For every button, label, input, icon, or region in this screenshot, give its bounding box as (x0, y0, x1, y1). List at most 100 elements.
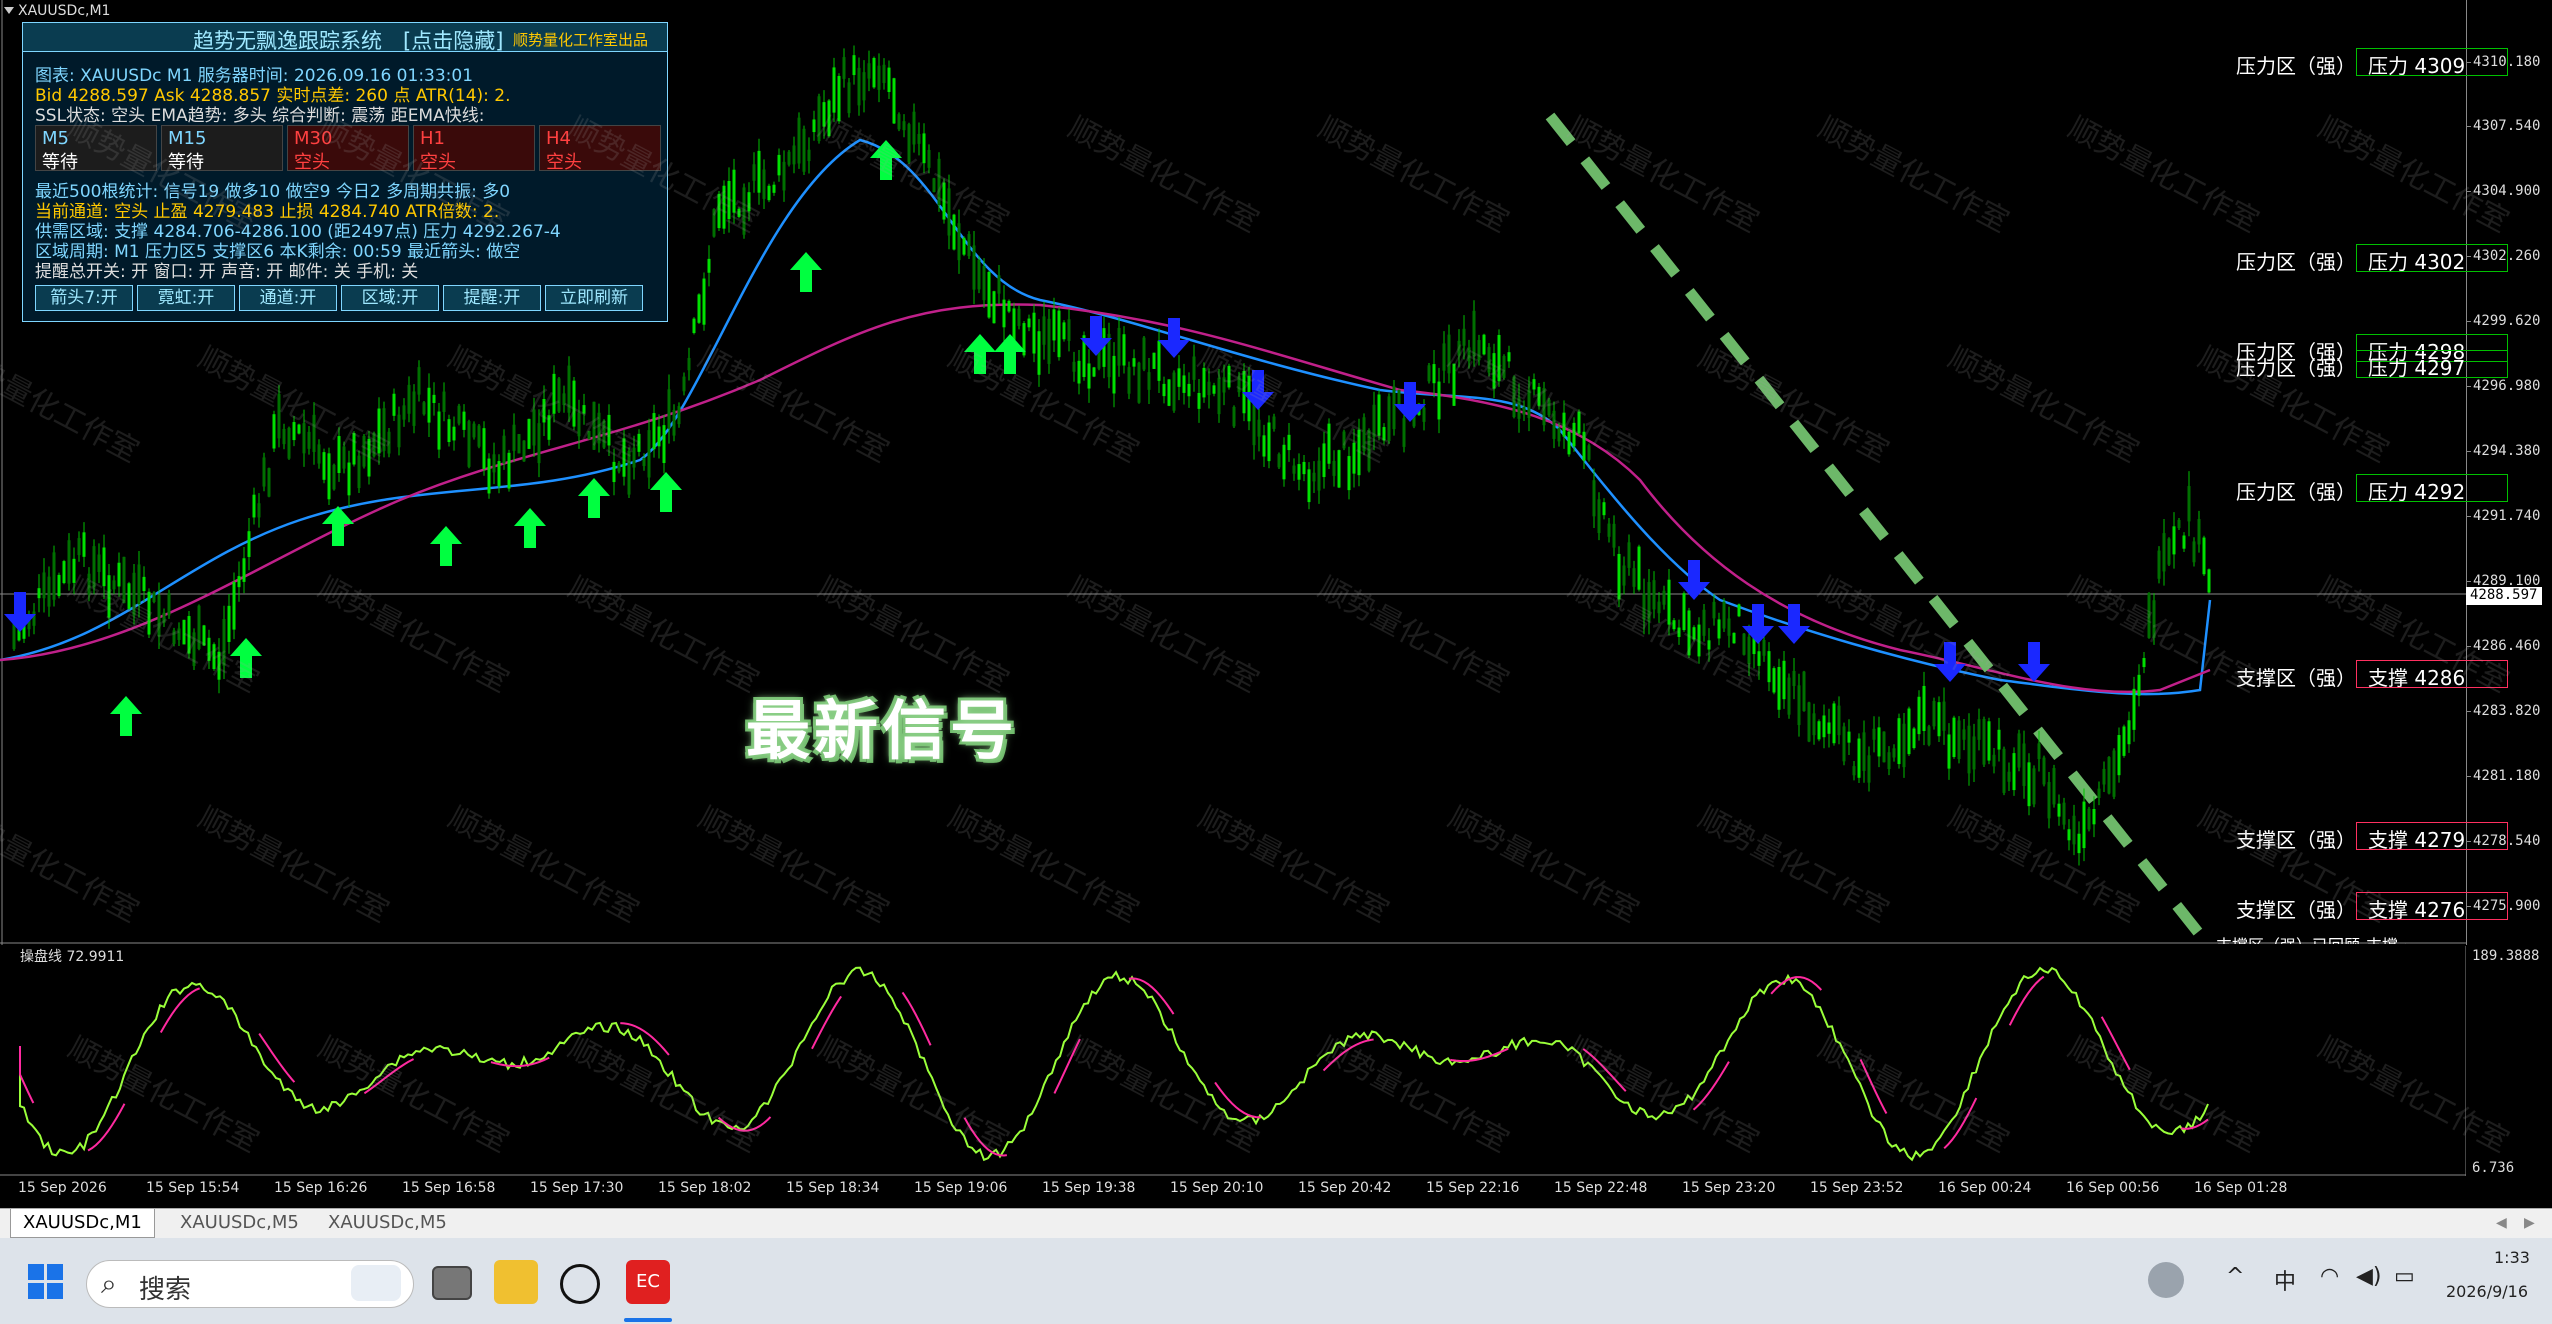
candle-body (1147, 372, 1151, 390)
candle-body (1177, 368, 1181, 387)
neon-toggle-button[interactable]: 霓虹:开 (137, 285, 235, 311)
panel-hide-toggle[interactable]: [点击隐藏] (403, 25, 503, 55)
chart-window[interactable]: XAUUSDc,M1 4310.180 4307.540 4304.900 43… (0, 0, 2552, 1210)
clock-time[interactable]: 1:33 (2494, 1248, 2530, 1267)
weather-icon[interactable] (2148, 1262, 2184, 1298)
panel-line-alerts: 提醒总开关: 开 窗口: 开 声音: 开 邮件: 关 手机: 关 (35, 262, 419, 282)
candle-body (1087, 363, 1091, 389)
price-tick: 4281.180 (2465, 768, 2541, 784)
zone-toggle-button[interactable]: 区域:开 (341, 285, 439, 311)
candle-body (502, 435, 506, 464)
zone-label: 压力区（强） (2236, 54, 2356, 78)
channel-toggle-button[interactable]: 通道:开 (239, 285, 337, 311)
tab-xauusdc-m5-2[interactable]: XAUUSDc,M5 (316, 1209, 459, 1237)
candle-body (2037, 743, 2041, 760)
chatgpt-icon[interactable] (560, 1264, 600, 1304)
time-tick: 15 Sep 18:02 (658, 1180, 752, 1196)
time-tick: 15 Sep 19:06 (914, 1180, 1008, 1196)
candle-body (1007, 300, 1011, 312)
ec-app-icon[interactable]: EC (626, 1260, 670, 1304)
time-axis: 15 Sep 2026 15 Sep 15:54 15 Sep 16:26 15 Se… (0, 1176, 2466, 1204)
ime-indicator[interactable]: 中 (2274, 1264, 2296, 1296)
candle-body (2122, 726, 2126, 756)
candle-body (282, 428, 286, 445)
candle-body (2132, 688, 2136, 730)
candle-body (347, 462, 351, 496)
time-tick: 15 Sep 16:26 (274, 1180, 368, 1196)
candle-body (237, 576, 241, 588)
candle-body (67, 540, 71, 584)
tab-xauusdc-m1[interactable]: XAUUSDc,M1 (10, 1209, 155, 1238)
candle-body (882, 64, 886, 83)
chart-tab-bar: XAUUSDc,M1 XAUUSDc,M5 XAUUSDc,M5 ◀ ▶ (0, 1208, 2552, 1239)
candle-body (1712, 601, 1716, 619)
candle-body (2142, 658, 2146, 668)
candle-body (2107, 757, 2111, 794)
candle-body (1767, 651, 1771, 683)
candle-body (507, 452, 511, 489)
sell-arrow-icon (4, 592, 36, 632)
candle-body (2062, 802, 2066, 825)
candle-body (917, 134, 921, 144)
candle-body (2067, 829, 2071, 841)
tab-scroll-right-icon[interactable]: ▶ (2524, 1215, 2535, 1231)
candle-body (682, 376, 686, 392)
candle-body (1802, 671, 1806, 712)
volume-icon[interactable]: ◀) (2356, 1264, 2382, 1289)
candle-body (392, 393, 396, 416)
arrow-toggle-button[interactable]: 箭头7:开 (35, 285, 133, 311)
price-tick: 4283.820 (2465, 703, 2541, 719)
candle-body (1892, 748, 1896, 758)
buy-arrow-icon (514, 508, 546, 548)
candle-body (1622, 565, 1626, 586)
candle-body (902, 121, 906, 131)
candle-body (1167, 379, 1171, 406)
candle-body (1312, 472, 1316, 482)
candle-body (1997, 729, 2001, 750)
candle-body (1987, 721, 1991, 761)
wifi-icon[interactable]: ◠ (2320, 1264, 2339, 1289)
task-view-icon[interactable] (432, 1266, 472, 1300)
candle-body (1777, 666, 1781, 710)
candle-body (1817, 721, 1821, 740)
candle-body (472, 423, 476, 438)
candle-body (957, 223, 961, 261)
candle-body (802, 128, 806, 172)
candle-body (512, 424, 516, 451)
buy-arrow-icon (650, 472, 682, 512)
time-tick: 15 Sep 15:54 (146, 1180, 240, 1196)
candle-body (2157, 550, 2161, 579)
battery-icon[interactable]: ▭ (2394, 1264, 2415, 1289)
buy-arrow-icon (578, 478, 610, 518)
candle-body (867, 63, 871, 79)
file-explorer-icon[interactable] (494, 1260, 538, 1304)
candle-body (2027, 762, 2031, 807)
candle-body (1782, 660, 1786, 700)
panel-header: 趋势无飘逸跟踪系统 [点击隐藏] 顺势量化工作室出品 (23, 23, 667, 55)
candle-body (1207, 381, 1211, 396)
windows-start-icon[interactable] (28, 1264, 64, 1300)
candle-body (1922, 685, 1926, 731)
candle-body (1932, 700, 1936, 727)
candle-body (997, 275, 1001, 294)
tray-overflow-icon[interactable]: ^ (2226, 1264, 2244, 1289)
clock-date[interactable]: 2026/9/16 (2446, 1282, 2528, 1301)
taskbar-search-input[interactable]: ⌕ 搜索 (86, 1260, 414, 1308)
tab-xauusdc-m5[interactable]: XAUUSDc,M5 (168, 1209, 311, 1237)
time-tick: 15 Sep 23:20 (1682, 1180, 1776, 1196)
candle-body (1127, 367, 1131, 394)
candle-body (42, 572, 46, 599)
candle-body (1952, 717, 1956, 758)
zone-value: 支撑 4 (2366, 932, 2406, 944)
candle-body (1257, 419, 1261, 437)
candle-body (1762, 639, 1766, 656)
candle-body (1907, 708, 1911, 755)
candle-body (522, 440, 526, 462)
candle-body (1197, 392, 1201, 409)
tab-scroll-left-icon[interactable]: ◀ (2496, 1215, 2507, 1231)
active-app-indicator (624, 1318, 672, 1322)
alert-toggle-button[interactable]: 提醒:开 (443, 285, 541, 311)
candle-body (1812, 713, 1816, 736)
candle-body (1722, 601, 1726, 629)
refresh-button[interactable]: 立即刷新 (545, 285, 643, 311)
